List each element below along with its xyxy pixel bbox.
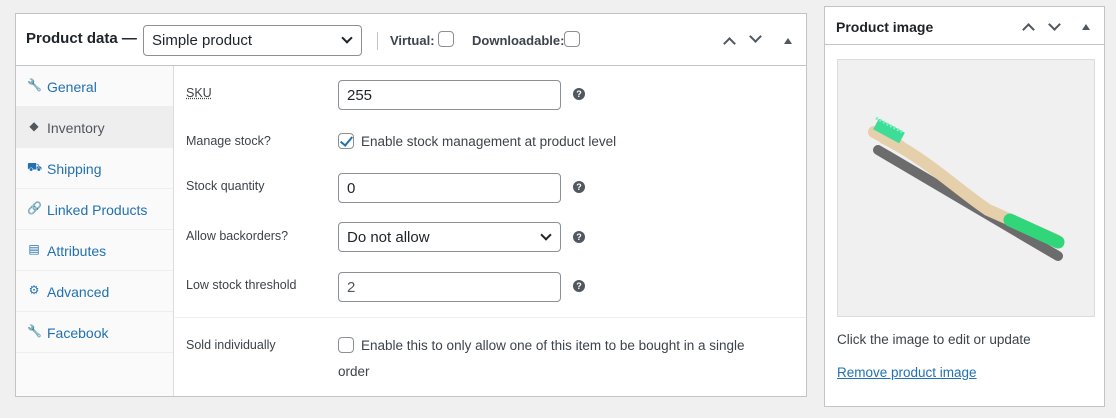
chevron-down-icon — [540, 229, 552, 241]
product-type-select[interactable]: Simple product — [143, 25, 362, 56]
virtual-checkbox[interactable] — [438, 31, 454, 47]
sold-individually-checkbox[interactable] — [338, 337, 354, 353]
header-separator — [377, 32, 378, 50]
low-stock-input[interactable]: 2 — [338, 272, 561, 302]
tab-facebook[interactable]: 🔧 Facebook — [16, 312, 173, 353]
list-icon: ▤ — [28, 242, 40, 256]
product-image-title: Product image — [836, 19, 934, 35]
sold-individually-label: Sold individually — [186, 338, 276, 352]
tab-label: Facebook — [47, 325, 109, 341]
tab-label: Attributes — [47, 243, 107, 259]
chevron-down-icon — [341, 32, 353, 44]
product-image-thumbnail[interactable] — [837, 59, 1095, 317]
chevron-up-icon — [1022, 23, 1035, 36]
manage-stock-label: Manage stock? — [186, 134, 271, 148]
tab-label: Shipping — [47, 161, 102, 177]
stock-quantity-label: Stock quantity — [186, 179, 265, 193]
tab-advanced[interactable]: ⚙ Advanced — [16, 271, 173, 312]
chevron-up-icon — [723, 37, 736, 50]
help-icon[interactable]: ? — [573, 231, 585, 243]
sku-input[interactable]: 255 — [338, 80, 561, 110]
product-data-tabs: 🔧 General ◆ Inventory ⛟ Shipping 🔗 Linke… — [16, 66, 174, 396]
sku-value: 255 — [347, 87, 373, 104]
product-image-header: Product image — [825, 7, 1104, 45]
tab-label: General — [47, 79, 97, 95]
backorders-value: Do not allow — [347, 229, 430, 246]
downloadable-label: Downloadable: — [472, 33, 565, 48]
backorders-label: Allow backorders? — [186, 229, 289, 243]
wrench-icon: 🔧 — [27, 78, 42, 92]
tab-attributes[interactable]: ▤ Attributes — [16, 230, 173, 271]
product-data-title: Product data — — [26, 30, 137, 47]
stock-quantity-value: 0 — [347, 180, 356, 197]
link-icon: 🔗 — [27, 201, 42, 215]
low-stock-value: 2 — [347, 279, 356, 296]
gear-icon: ⚙ — [28, 283, 40, 297]
manage-stock-text: Enable stock management at product level — [361, 134, 617, 149]
help-icon[interactable]: ? — [573, 181, 585, 193]
sold-individually-text: Enable this to only allow one of this it… — [361, 338, 745, 353]
product-data-header: Product data — Simple product Virtual: D… — [16, 14, 806, 66]
collapse-panel-button[interactable] — [1079, 22, 1095, 38]
truck-icon: ⛟ — [27, 160, 43, 174]
sold-individually-text-continued: order — [338, 364, 370, 379]
tab-inventory[interactable]: ◆ Inventory — [16, 107, 173, 148]
product-data-panel: Product data — Simple product Virtual: D… — [15, 13, 807, 397]
downloadable-checkbox[interactable] — [564, 31, 580, 47]
chevron-down-icon — [1048, 18, 1061, 31]
tab-label: Linked Products — [47, 202, 148, 218]
help-icon[interactable]: ? — [573, 88, 585, 100]
virtual-label: Virtual: — [390, 33, 435, 48]
triangle-up-icon — [1082, 24, 1090, 30]
tab-shipping[interactable]: ⛟ Shipping — [16, 148, 173, 189]
move-up-button[interactable] — [1021, 22, 1037, 38]
remove-product-image-link[interactable]: Remove product image — [837, 365, 977, 380]
tab-linked-products[interactable]: 🔗 Linked Products — [16, 189, 173, 230]
wrench-icon: 🔧 — [27, 324, 42, 338]
manage-stock-checkbox[interactable] — [338, 133, 354, 149]
triangle-up-icon — [784, 38, 792, 44]
toothbrush-image — [868, 116, 1065, 261]
tab-label: Advanced — [47, 284, 110, 300]
image-edit-hint: Click the image to edit or update — [837, 332, 1031, 347]
tag-icon: ◆ — [29, 119, 39, 133]
tab-label: Inventory — [47, 120, 105, 136]
tab-general[interactable]: 🔧 General — [16, 66, 173, 107]
sku-label: SKU — [186, 86, 212, 100]
stock-quantity-input[interactable]: 0 — [338, 173, 561, 203]
move-down-button[interactable] — [748, 30, 764, 48]
product-image-panel: Product image Click the image to edit or… — [824, 6, 1105, 407]
product-type-value: Simple product — [152, 32, 253, 49]
backorders-select[interactable]: Do not allow — [338, 222, 561, 252]
move-up-button[interactable] — [722, 34, 738, 50]
section-divider — [175, 317, 806, 318]
help-icon[interactable]: ? — [573, 280, 585, 292]
chevron-down-icon — [749, 30, 762, 43]
collapse-panel-button[interactable] — [781, 34, 797, 50]
move-down-button[interactable] — [1047, 18, 1063, 36]
low-stock-label: Low stock threshold — [186, 278, 297, 292]
